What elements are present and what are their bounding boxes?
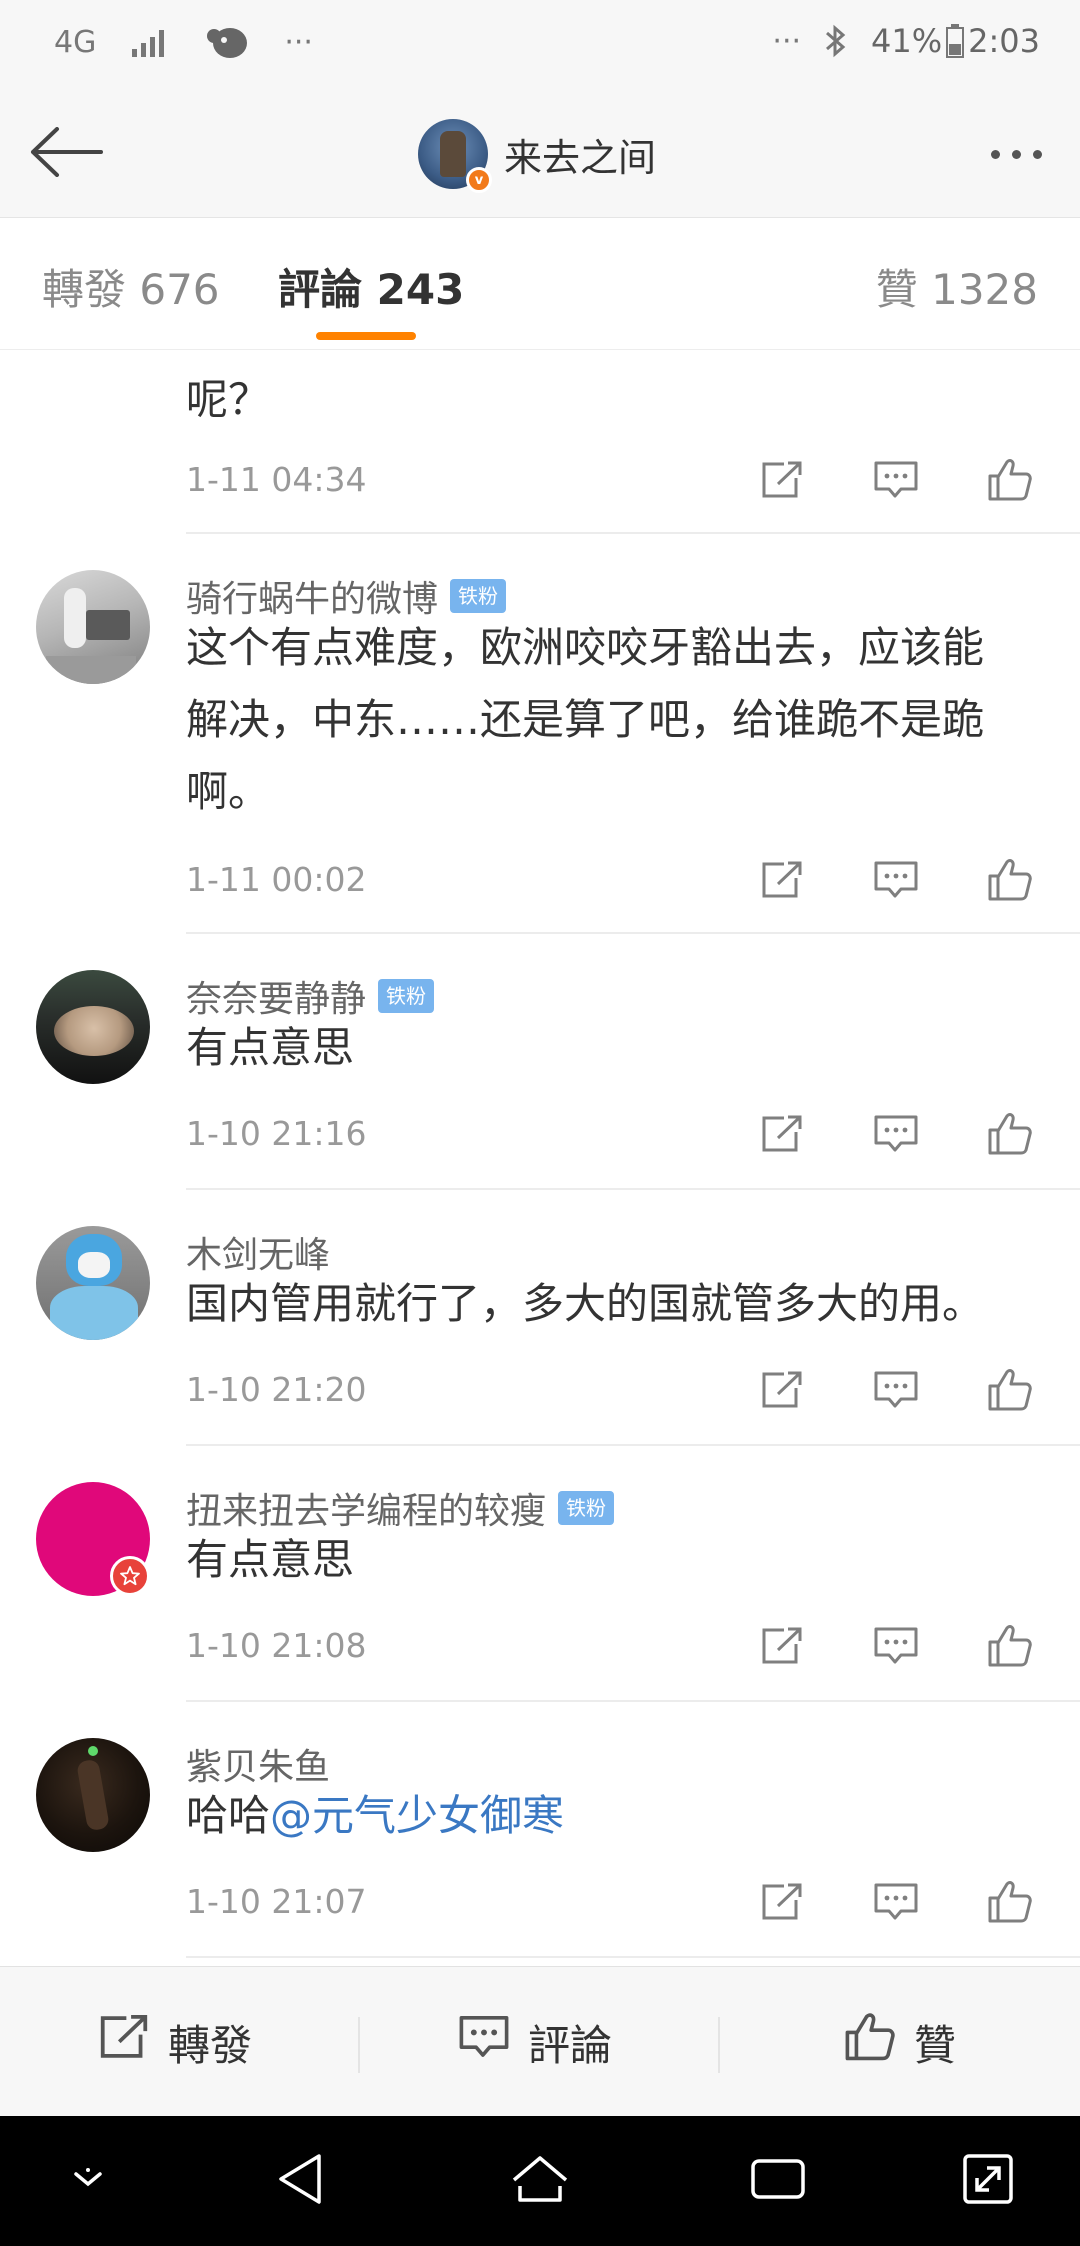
overflow-right-icon: ··· xyxy=(772,23,802,59)
signal-icon xyxy=(130,27,170,57)
like-icon xyxy=(844,2012,896,2072)
like-icon[interactable] xyxy=(982,1874,1038,1930)
tab-likes[interactable]: 贊 1328 xyxy=(876,256,1038,317)
comment-button[interactable]: 評論 xyxy=(458,1967,612,2117)
repost-icon[interactable] xyxy=(754,1618,810,1674)
back-nav-button[interactable] xyxy=(268,2149,332,2213)
fan-badge: 铁粉 xyxy=(450,579,507,613)
like-icon[interactable] xyxy=(982,1106,1038,1162)
comment-time: 1-10 21:07 xyxy=(186,1882,367,1921)
fan-badge: 铁粉 xyxy=(378,979,435,1013)
divider xyxy=(186,1700,1080,1702)
repost-icon[interactable] xyxy=(754,1106,810,1162)
like-icon[interactable] xyxy=(982,452,1038,508)
repost-icon[interactable] xyxy=(754,1362,810,1418)
home-nav-button[interactable] xyxy=(508,2149,572,2213)
divider xyxy=(718,2017,720,2073)
repost-icon[interactable] xyxy=(754,852,810,908)
comment-list[interactable]: 呢？ 1-11 04:34 骑行蜗牛的微博 铁粉 这个有点难度，欧洲咬咬牙豁出去… xyxy=(0,350,1080,1966)
like-icon[interactable] xyxy=(982,1362,1038,1418)
repost-icon[interactable] xyxy=(754,1874,810,1930)
hide-keyboard-button[interactable] xyxy=(56,2149,120,2213)
divider xyxy=(186,532,1080,534)
divider xyxy=(186,932,1080,934)
4g-icon: 4G xyxy=(54,24,97,60)
comment-text: 国内管用就行了，多大的国就管多大的用。 xyxy=(186,1279,985,1328)
battery-icon xyxy=(946,24,965,58)
arrow-left-icon xyxy=(29,127,103,181)
comment-text: 呢？ xyxy=(186,375,271,424)
comment-time: 1-10 21:08 xyxy=(186,1626,367,1665)
comment-icon[interactable] xyxy=(868,1106,924,1162)
mention-link[interactable]: @元气少女御寒 xyxy=(270,1791,564,1840)
tab-comments[interactable]: 評論 243 xyxy=(278,256,464,317)
avatar[interactable] xyxy=(36,1738,150,1852)
navigation-bar xyxy=(0,2116,1080,2246)
avatar[interactable] xyxy=(36,1226,150,1340)
verified-badge: v xyxy=(466,167,492,193)
screen-resize-button[interactable] xyxy=(956,2149,1020,2213)
comment-time: 1-10 21:16 xyxy=(186,1114,367,1153)
tab-bar: 轉發 676 評論 243 贊 1328 xyxy=(0,218,1080,350)
divider xyxy=(186,1188,1080,1190)
like-icon[interactable] xyxy=(982,1618,1038,1674)
comment-icon[interactable] xyxy=(868,1874,924,1930)
comment-text: 哈哈@元气少女御寒 xyxy=(186,1791,565,1840)
repost-icon[interactable] xyxy=(754,452,810,508)
repost-icon xyxy=(98,2013,150,2071)
comment-text: 这个有点难度，欧洲咬咬牙豁出去，应该能 解决，中东……还是算了吧，给谁跪不是跪 … xyxy=(186,623,985,816)
app-notification-icon xyxy=(204,22,250,62)
like-button[interactable]: 贊 xyxy=(844,1967,956,2117)
back-button[interactable] xyxy=(26,116,106,192)
comment-icon[interactable] xyxy=(868,1618,924,1674)
comment-icon xyxy=(458,2014,510,2070)
page-title: 来去之间 xyxy=(504,135,657,180)
more-icon xyxy=(990,149,1000,159)
tab-repost[interactable]: 轉發 676 xyxy=(42,256,220,317)
like-icon[interactable] xyxy=(982,852,1038,908)
divider xyxy=(186,1444,1080,1446)
recents-nav-button[interactable] xyxy=(746,2149,810,2213)
tab-indicator xyxy=(316,332,416,340)
comment-time: 1-10 21:20 xyxy=(186,1370,367,1409)
comment-icon[interactable] xyxy=(868,1362,924,1418)
battery-percent: 41% xyxy=(871,22,943,60)
divider xyxy=(358,2017,360,2073)
avatar[interactable] xyxy=(36,570,150,684)
comment-label: 評論 xyxy=(528,2020,613,2070)
recents-icon xyxy=(749,2155,807,2207)
comment-time: 1-11 00:02 xyxy=(186,860,367,899)
avatar[interactable] xyxy=(36,1482,150,1596)
divider xyxy=(186,1956,1080,1958)
member-badge-icon xyxy=(110,1556,150,1596)
like-label: 贊 xyxy=(914,2020,957,2070)
header-title[interactable]: v 来去之间 xyxy=(418,118,657,193)
comment-icon[interactable] xyxy=(868,452,924,508)
expand-icon xyxy=(961,2152,1015,2210)
more-button[interactable] xyxy=(976,126,1056,182)
status-bar: 4G ··· ··· 41% 2:03 xyxy=(0,0,1080,90)
comment-text: 有点意思 xyxy=(186,1535,355,1584)
clock: 2:03 xyxy=(968,22,1040,60)
overflow-icon: ··· xyxy=(284,24,313,60)
chevron-down-icon xyxy=(68,2164,108,2198)
avatar[interactable]: v xyxy=(418,119,492,193)
action-bar: 轉發 評論 贊 xyxy=(0,1966,1080,2116)
comment-time: 1-11 04:34 xyxy=(186,460,367,499)
top-bar: v 来去之间 xyxy=(0,90,1080,218)
comment-icon[interactable] xyxy=(868,852,924,908)
bluetooth-icon xyxy=(823,23,849,59)
comment-text: 有点意思 xyxy=(186,1023,355,1072)
repost-label: 轉發 xyxy=(168,2020,253,2070)
repost-button[interactable]: 轉發 xyxy=(98,1967,252,2117)
home-icon xyxy=(510,2154,570,2208)
fan-badge: 铁粉 xyxy=(558,1491,615,1525)
avatar[interactable] xyxy=(36,970,150,1084)
triangle-back-icon xyxy=(275,2152,325,2210)
